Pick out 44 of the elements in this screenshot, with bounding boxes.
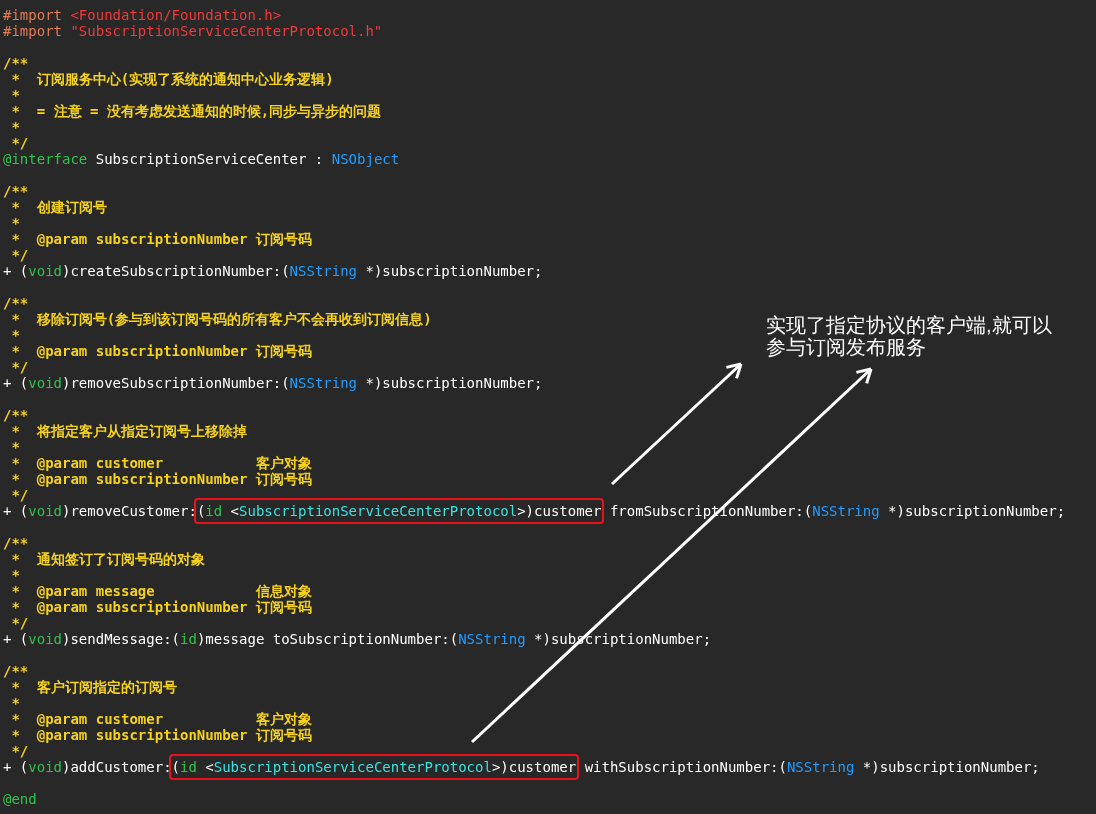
code-line: /** [3, 55, 29, 71]
code-line: */ [10, 247, 29, 263]
code-line: * @param subscriptionNumber 订阅号码 [10, 471, 312, 487]
code-line: * 创建订阅号 [10, 199, 107, 215]
code-line: * @param subscriptionNumber 订阅号码 [10, 343, 312, 359]
code-line: */ [10, 743, 29, 759]
code-line: * [10, 87, 20, 103]
code-text: withSubscriptionNumber:(NSString *)subscriptionNumber; [583, 759, 1040, 775]
code-line: */ [10, 135, 29, 151]
code-line: + (void)removeSubscriptionNumber:(NSString *)subscriptionNumber; [3, 375, 543, 391]
code-line: */ [10, 487, 29, 503]
code-line: @interface SubscriptionServiceCenter : NSObject [3, 151, 400, 167]
code-line: * 客户订阅指定的订阅号 [10, 679, 177, 695]
highlight-box: (id <SubscriptionServiceCenterProtocol>)customer [168, 754, 580, 780]
code-line: * 移除订阅号(参与到该订阅号码的所有客户不会再收到订阅信息) [10, 311, 432, 327]
code-line: * @param subscriptionNumber 订阅号码 [10, 231, 312, 247]
code-line: #import "SubscriptionServiceCenterProtocol.h" [3, 23, 383, 39]
code-line: * @param message 信息对象 [10, 583, 312, 599]
code-line: * @param subscriptionNumber 订阅号码 [10, 599, 312, 615]
code-line: /** [3, 295, 29, 311]
code-line: */ [10, 359, 29, 375]
highlight-box: (id <SubscriptionServiceCenterProtocol>)customer [193, 498, 605, 524]
code-line: * [10, 567, 20, 583]
code-line: + (void)createSubscriptionNumber:(NSString *)subscriptionNumber; [3, 263, 543, 279]
code-line: * @param customer 客户对象 [10, 711, 312, 727]
code-line: /** [3, 183, 29, 199]
code-line: * [10, 695, 20, 711]
code-line: * [10, 119, 20, 135]
code-line: /** [3, 535, 29, 551]
code-line: * [10, 215, 20, 231]
code-line: /** [3, 663, 29, 679]
code-line: * @param customer 客户对象 [10, 455, 312, 471]
code-line: * 将指定客户从指定订阅号上移除掉 [10, 423, 247, 439]
code-line: * @param subscriptionNumber 订阅号码 [10, 727, 312, 743]
code-line: * 订阅服务中心(实现了系统的通知中心业务逻辑) [10, 71, 334, 87]
code-line: * = 注意 = 没有考虑发送通知的时候,同步与异步的问题 [10, 103, 382, 119]
code-line: */ [10, 615, 29, 631]
annotation-text: 实现了指定协议的客户端,就可以 参与订阅发布服务 [766, 314, 1052, 358]
code-line: * [10, 327, 20, 343]
code-line: * 通知签订了订阅号码的对象 [10, 551, 205, 567]
code-line: * [10, 439, 20, 455]
code-line: /** [3, 407, 29, 423]
code-line: @end [3, 791, 37, 807]
code-line: #import <Foundation/Foundation.h> [3, 7, 282, 23]
